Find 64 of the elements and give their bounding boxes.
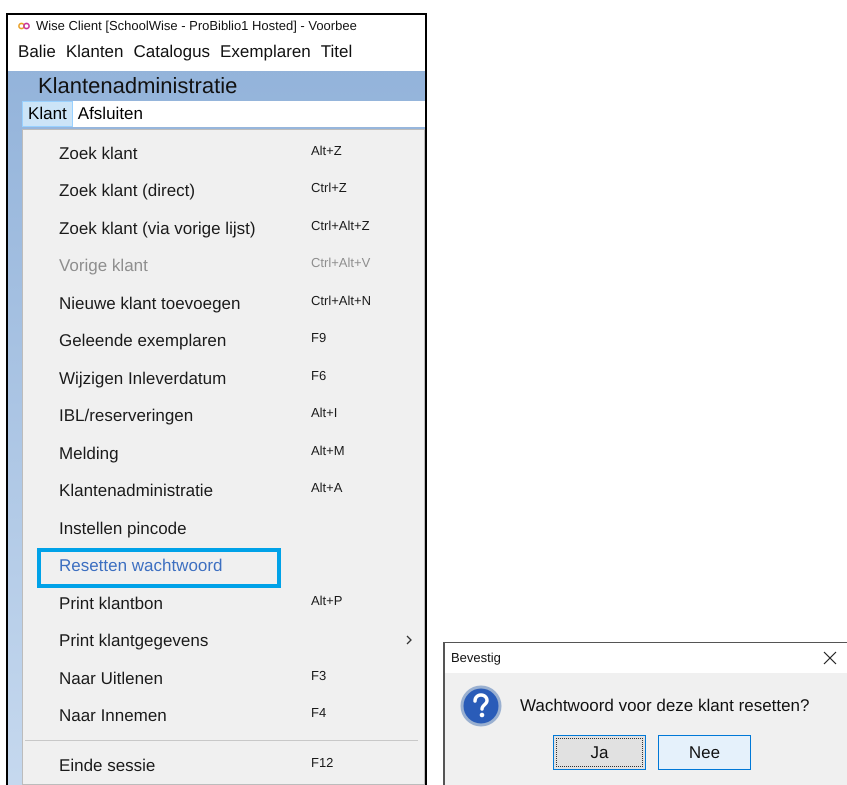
module-title: Klantenadministratie xyxy=(38,72,238,100)
menu-item-label: IBL/reserveringen xyxy=(59,405,194,427)
menu-item-label: Nieuwe klant toevoegen xyxy=(59,292,240,314)
menu-item[interactable]: Print klantbon Alt+P xyxy=(23,584,424,622)
question-icon xyxy=(460,685,502,727)
shortcut-label: F4 xyxy=(311,704,326,722)
menu-item-label: Zoek klant (direct) xyxy=(59,180,196,202)
shortcut-label: Alt+P xyxy=(311,592,342,610)
chevron-right-icon xyxy=(406,635,412,645)
menu-item[interactable]: Resetten wachtwoord xyxy=(23,547,424,584)
menu-item-label: Zoek klant xyxy=(59,142,138,164)
close-icon[interactable] xyxy=(823,651,837,665)
shortcut-label: Ctrl+Alt+Z xyxy=(311,216,370,234)
menu-item[interactable]: Geleende exemplaren F9 xyxy=(23,322,424,360)
menu-item-label: Naar Innemen xyxy=(59,705,167,727)
menu-item-label: Resetten wachtwoord xyxy=(59,555,222,577)
menu-item[interactable]: Wijzigen Inleverdatum F6 xyxy=(23,360,424,397)
shortcut-label: F6 xyxy=(311,366,326,384)
menu-item[interactable]: Zoek klant (direct) Ctrl+Z xyxy=(23,172,424,210)
window-title: Wise Client [SchoolWise - ProBiblio1 Hosted] - Voorbee xyxy=(36,17,357,36)
menu-item-label: Print klantbon xyxy=(59,592,163,614)
app-logo-icon xyxy=(18,22,30,30)
menu-item[interactable]: Klantenadministratie Alt+A xyxy=(23,472,424,510)
menu-item[interactable]: Melding Alt+M xyxy=(23,434,424,472)
menu-item-label: Klantenadministratie xyxy=(59,480,214,502)
menu-bar-item[interactable]: Klanten xyxy=(66,38,124,64)
menu-item-label: Einde sessie xyxy=(59,754,156,776)
shortcut-label: Ctrl+Alt+N xyxy=(311,292,371,310)
menu-item-label: Vorige klant xyxy=(59,255,148,277)
menu-item-label: Naar Uitlenen xyxy=(59,668,163,690)
menu-item[interactable]: IBL/reserveringen Alt+I xyxy=(23,397,424,434)
dialog-message: Wachtwoord voor deze klant resetten? xyxy=(520,695,810,718)
shortcut-label: Ctrl+Alt+V xyxy=(311,254,370,272)
menu-bar-item[interactable]: Titel xyxy=(320,38,352,64)
shortcut-label: Alt+M xyxy=(311,442,345,460)
menu-bar-item[interactable]: Exemplaren xyxy=(220,38,311,64)
module-menu-item[interactable]: Klant xyxy=(22,100,73,126)
dialog-button[interactable]: Nee xyxy=(658,735,751,770)
menu-item[interactable]: Naar Uitlenen F3 xyxy=(23,660,424,697)
menu-item[interactable]: Zoek klant (via vorige lijst) Ctrl+Alt+Z xyxy=(23,210,424,247)
shortcut-label: Alt+I xyxy=(311,404,338,422)
menu-bar-item[interactable]: Catalogus xyxy=(133,38,210,64)
menu-item-label: Melding xyxy=(59,442,119,464)
menu-item-label: Instellen pincode xyxy=(59,518,187,540)
menu-item-label: Geleende exemplaren xyxy=(59,330,226,352)
dialog-title: Bevestig xyxy=(451,649,501,668)
menu-item[interactable]: Einde sessie F12 xyxy=(23,746,424,784)
shortcut-label: Alt+Z xyxy=(311,142,342,160)
shortcut-label: F9 xyxy=(311,329,326,347)
shortcut-label: F12 xyxy=(311,754,334,772)
menu-item[interactable]: Nieuwe klant toevoegen Ctrl+Alt+N xyxy=(23,284,424,322)
shortcut-label: Alt+A xyxy=(311,479,342,497)
menu-item-label: Wijzigen Inleverdatum xyxy=(59,368,226,390)
shortcut-label: F3 xyxy=(311,666,326,684)
menu-item-label: Print klantgegevens xyxy=(59,630,208,652)
menu-item[interactable]: Naar Innemen F4 xyxy=(23,697,424,734)
module-menu-item[interactable]: Afsluiten xyxy=(72,100,148,126)
menu-item[interactable]: Print klantgegevens xyxy=(23,622,424,660)
menu-bar-item[interactable]: Balie xyxy=(18,38,56,64)
menu-item-label: Zoek klant (via vorige lijst) xyxy=(59,218,256,240)
shortcut-label: Ctrl+Z xyxy=(311,179,347,197)
dialog-button[interactable]: Ja xyxy=(553,735,646,770)
menu-item[interactable]: Zoek klant Alt+Z xyxy=(23,134,424,172)
menu-item[interactable]: Instellen pincode xyxy=(23,510,424,547)
